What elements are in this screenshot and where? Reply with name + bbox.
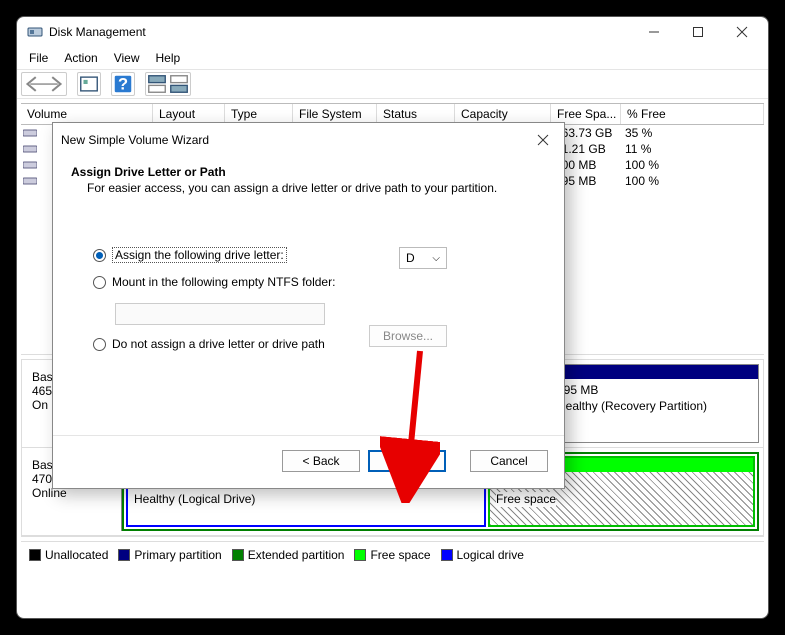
col-free[interactable]: Free Spa...	[551, 104, 621, 124]
mount-folder-input	[115, 303, 325, 325]
svg-text:?: ?	[118, 76, 128, 94]
dialog-body: Assign the following drive letter: D ⌵ M…	[53, 213, 564, 375]
label-assign-letter: Assign the following drive letter:	[112, 247, 287, 263]
partition-size: 595 MB	[557, 383, 752, 399]
swatch-unallocated	[29, 549, 41, 561]
col-status[interactable]: Status	[377, 104, 455, 124]
chevron-down-icon: ⌵	[432, 253, 440, 264]
menu-action[interactable]: Action	[58, 49, 103, 67]
back-button[interactable]: < Back	[282, 450, 360, 472]
volume-icon	[21, 144, 39, 154]
radio-assign-letter[interactable]	[93, 249, 106, 262]
col-capacity[interactable]: Capacity	[455, 104, 551, 124]
minimize-button[interactable]	[632, 18, 676, 46]
menu-view[interactable]: View	[108, 49, 146, 67]
col-pct[interactable]: % Free	[621, 104, 764, 124]
swatch-extended	[232, 549, 244, 561]
new-simple-volume-wizard-dialog: New Simple Volume Wizard Assign Drive Le…	[52, 122, 565, 489]
dialog-header: Assign Drive Letter or Path For easier a…	[53, 157, 564, 213]
maximize-button[interactable]	[676, 18, 720, 46]
dialog-subheading: For easier access, you can assign a driv…	[71, 179, 546, 195]
col-layout[interactable]: Layout	[153, 104, 225, 124]
drive-letter-select[interactable]: D ⌵	[399, 247, 447, 269]
cell-pct: 100 %	[619, 158, 665, 172]
view-bottom-icon[interactable]	[168, 73, 190, 95]
cell-pct: 100 %	[619, 174, 665, 188]
menu-file[interactable]: File	[23, 49, 54, 67]
view-top-icon[interactable]	[146, 73, 168, 95]
help-icon[interactable]: ?	[112, 73, 134, 95]
disk-0-recovery-partition[interactable]: 595 MB Healthy (Recovery Partition)	[550, 364, 759, 443]
titlebar: Disk Management	[17, 17, 768, 47]
radio-no-assign[interactable]	[93, 338, 106, 351]
legend: Unallocated Primary partition Extended p…	[21, 541, 764, 568]
partition-status: Healthy (Recovery Partition)	[557, 399, 752, 415]
radio-mount-folder[interactable]	[93, 276, 106, 289]
dialog-close-button[interactable]	[530, 129, 556, 151]
col-type[interactable]: Type	[225, 104, 293, 124]
window-title: Disk Management	[49, 25, 632, 39]
label-no-assign: Do not assign a drive letter or drive pa…	[112, 337, 325, 351]
dialog-titlebar: New Simple Volume Wizard	[53, 123, 564, 157]
partition-status: Healthy (Logical Drive)	[134, 492, 478, 508]
volume-icon	[21, 128, 39, 138]
toolbar: ?	[17, 69, 768, 99]
volume-icon	[21, 160, 39, 170]
dialog-heading: Assign Drive Letter or Path	[71, 165, 546, 179]
col-fs[interactable]: File System	[293, 104, 377, 124]
refresh-icon[interactable]	[78, 73, 100, 95]
back-icon[interactable]	[22, 73, 44, 95]
cancel-button[interactable]: Cancel	[470, 450, 548, 472]
menubar: File Action View Help	[17, 47, 768, 69]
cell-pct: 11 %	[619, 142, 657, 156]
dialog-title: New Simple Volume Wizard	[61, 133, 530, 147]
volume-icon	[21, 176, 39, 186]
swatch-free	[354, 549, 366, 561]
swatch-primary	[118, 549, 130, 561]
label-mount-folder: Mount in the following empty NTFS folder…	[112, 275, 335, 289]
swatch-logical	[441, 549, 453, 561]
next-button[interactable]: Next >	[368, 450, 446, 472]
cell-pct: 35 %	[619, 126, 658, 140]
col-volume[interactable]: Volume	[21, 104, 153, 124]
primary-stripe	[551, 365, 758, 379]
close-button[interactable]	[720, 18, 764, 46]
partition-status: Free space	[496, 492, 556, 508]
forward-icon[interactable]	[44, 73, 66, 95]
app-icon	[27, 24, 43, 40]
menu-help[interactable]: Help	[150, 49, 187, 67]
dialog-footer: < Back Next > Cancel	[53, 435, 564, 488]
